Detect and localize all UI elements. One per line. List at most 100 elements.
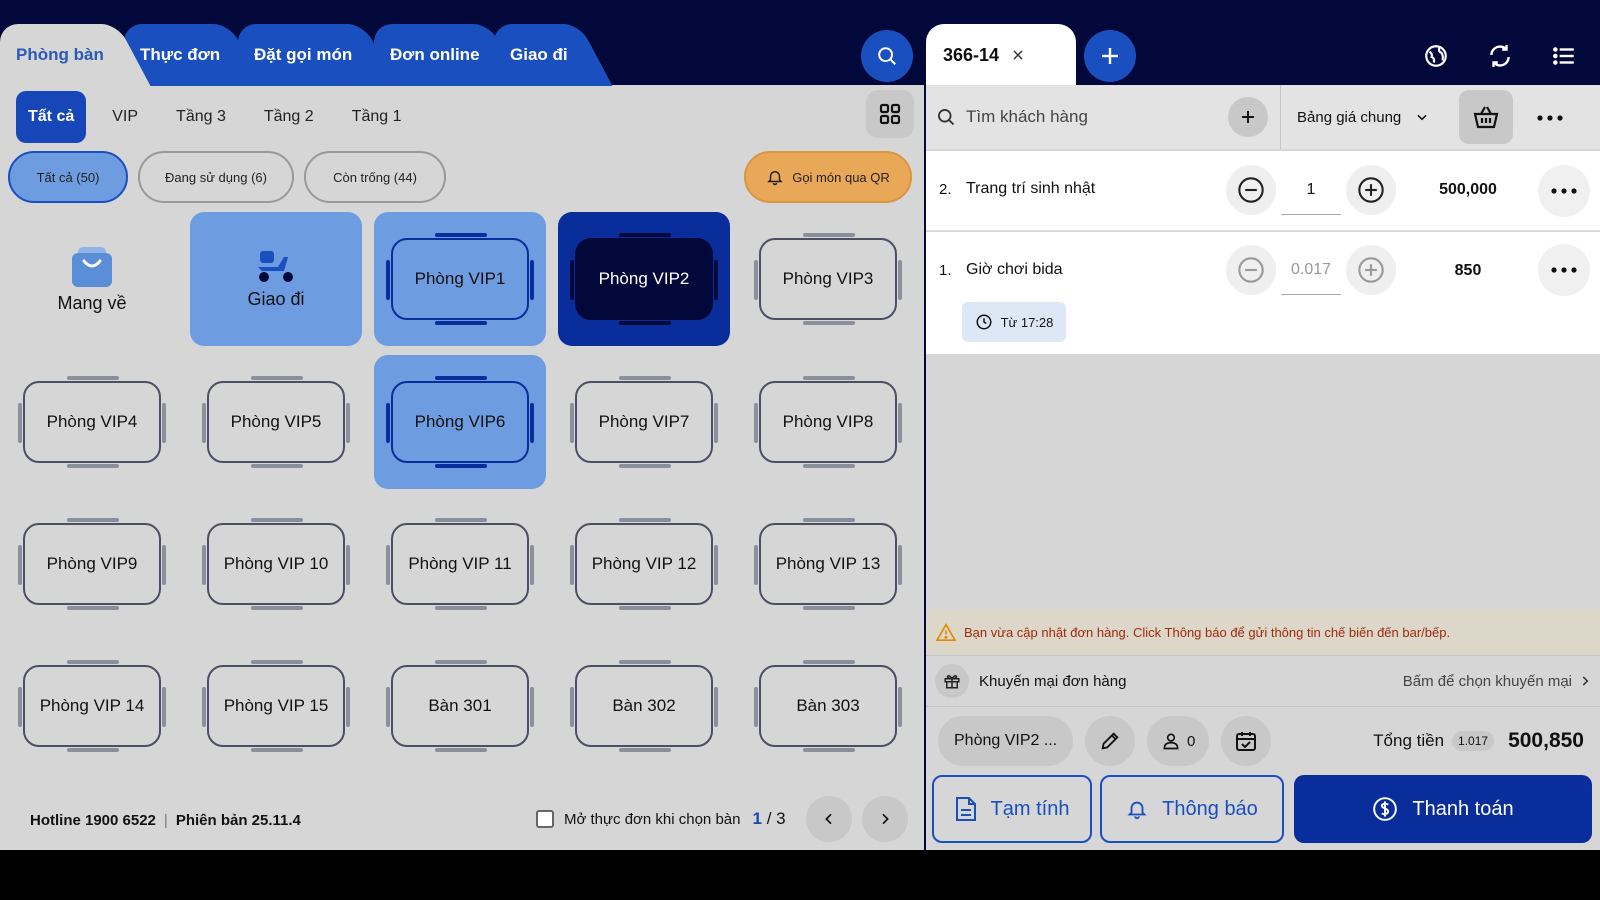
provisional-bill-button[interactable]: Tạm tính [932, 775, 1092, 843]
item-more-button[interactable] [1538, 165, 1590, 217]
delivery-tile[interactable]: Giao đi [190, 212, 362, 346]
footer-info: Hotline 1900 6522 | Phiên bản 25.11.4 [30, 812, 301, 829]
basket-icon [1473, 106, 1499, 129]
table-tile[interactable]: Bàn 303 [742, 639, 914, 773]
table-tile[interactable]: Phòng VIP 15 [190, 639, 362, 773]
table-tile[interactable]: Phòng VIP6 [374, 355, 546, 489]
more-options-button[interactable] [1537, 108, 1563, 126]
globe-button[interactable] [1416, 36, 1456, 76]
shopping-bag-icon [72, 246, 112, 287]
scooter-icon [258, 250, 293, 282]
open-menu-checkbox[interactable] [536, 810, 554, 828]
more-icon [1551, 267, 1577, 273]
filter-all[interactable]: Tất cả (50) [8, 151, 128, 203]
increase-qty-button[interactable] [1346, 245, 1396, 295]
guest-count-button[interactable]: 0 [1147, 716, 1210, 766]
floor-all[interactable]: Tất cả [16, 91, 87, 143]
next-page-button[interactable] [861, 796, 908, 842]
plus-circle-icon [1358, 257, 1384, 283]
hotline: Hotline 1900 6522 [30, 812, 156, 829]
grid-view-button[interactable] [866, 90, 914, 138]
customer-search-input[interactable]: Tìm khách hàng [966, 107, 1228, 127]
more-icon [1551, 188, 1577, 194]
increase-qty-button[interactable] [1346, 165, 1396, 215]
refresh-button[interactable] [1480, 36, 1520, 76]
table-panel: Đơn online Giao đi Đặt gọi món Thực đơn … [0, 0, 924, 850]
order-item[interactable]: 1. Giờ chơi bida 0.017 850 Từ 17:28 [926, 232, 1600, 354]
floor-3[interactable]: Tầng 3 [164, 91, 238, 143]
table-area: Tất cả VIP Tầng 3 Tầng 2 Tầng 1 Tất cả (… [0, 85, 924, 850]
table-tile[interactable]: Phòng VIP9 [6, 497, 178, 631]
table-name: Phòng VIP9 [46, 554, 138, 573]
floor-vip[interactable]: VIP [100, 91, 150, 143]
table-name: Phòng VIP1 [414, 269, 506, 288]
price-list-select[interactable]: Bảng giá chung [1281, 109, 1451, 126]
app-root: Đơn online Giao đi Đặt gọi món Thực đơn … [0, 0, 1600, 850]
chevron-right-icon [1582, 676, 1589, 686]
prev-page-button[interactable] [805, 796, 852, 842]
item-more-button[interactable] [1538, 244, 1590, 296]
table-tile[interactable]: Bàn 301 [374, 639, 546, 773]
table-tile[interactable]: Phòng VIP5 [190, 355, 362, 489]
qty-input[interactable]: 0.017 [1281, 245, 1341, 295]
order-item[interactable]: 2. Trang trí sinh nhật 1 500,000 [926, 151, 1600, 231]
order-panel: 366-14 Tìm khách hàng Bảng giá chung 2. … [926, 0, 1600, 850]
table-tile[interactable]: Phòng VIP4 [6, 355, 178, 489]
room-selector[interactable]: Phòng VIP2 ... [938, 716, 1074, 766]
dollar-circle-icon [1373, 797, 1398, 821]
person-icon [1163, 733, 1179, 750]
order-tab-label: 366-14 [943, 44, 1000, 65]
notify-kitchen-button[interactable]: Thông báo [1100, 775, 1284, 843]
table-tile[interactable]: Bàn 302 [558, 639, 730, 773]
plus-icon [1102, 48, 1118, 64]
start-time-chip[interactable]: Từ 17:28 [962, 302, 1066, 342]
plus-circle-icon [1358, 177, 1384, 203]
add-customer-button[interactable] [1228, 97, 1268, 137]
table-name: Phòng VIP3 [782, 269, 874, 288]
decrease-qty-button[interactable] [1226, 165, 1276, 215]
qr-order-button[interactable]: Gọi món qua QR [744, 151, 912, 203]
filter-in-use[interactable]: Đang sử dụng (6) [138, 151, 294, 203]
minus-circle-icon [1238, 257, 1264, 283]
clock-icon [976, 314, 992, 330]
order-promotion-row[interactable]: Khuyến mại đơn hàng Bấm để chọn khuyến m… [926, 655, 1600, 707]
table-name: Phòng VIP 11 [408, 554, 512, 573]
table-tile[interactable]: Phòng VIP1 [374, 212, 546, 346]
qty-input[interactable]: 1 [1281, 165, 1341, 215]
add-order-button[interactable] [1084, 30, 1136, 82]
table-name: Phòng VIP 14 [39, 696, 145, 715]
order-tab[interactable]: 366-14 [926, 24, 1117, 86]
search-button[interactable] [861, 30, 913, 82]
schedule-button[interactable] [1221, 716, 1272, 766]
filter-available[interactable]: Còn trống (44) [304, 151, 446, 203]
close-icon[interactable] [1011, 48, 1025, 62]
chevron-right-icon [882, 813, 889, 825]
table-tile[interactable]: Phòng VIP 13 [742, 497, 914, 631]
more-icon [1537, 115, 1563, 121]
table-name: Phòng VIP4 [46, 412, 138, 431]
table-tile[interactable]: Phòng VIP 12 [558, 497, 730, 631]
table-name: Phòng VIP6 [414, 412, 506, 431]
table-tile[interactable]: Phòng VIP7 [558, 355, 730, 489]
decrease-qty-button[interactable] [1226, 245, 1276, 295]
floor-2[interactable]: Tầng 2 [252, 91, 326, 143]
status-filters: Tất cả (50) Đang sử dụng (6) Còn trống (… [8, 151, 456, 203]
table-tile[interactable]: Phòng VIP 11 [374, 497, 546, 631]
table-tile[interactable]: Phòng VIP3 [742, 212, 914, 346]
choose-promotion-link[interactable]: Bấm để chọn khuyến mại [1403, 673, 1572, 690]
tab-tables[interactable]: Phòng bàn [0, 24, 151, 86]
table-tile[interactable]: Phòng VIP8 [742, 355, 914, 489]
table-name: Phòng VIP2 [598, 269, 690, 288]
search-icon [938, 109, 955, 126]
takeaway-tile[interactable]: Mang về [6, 212, 178, 346]
floor-1[interactable]: Tầng 1 [340, 91, 414, 143]
table-tile[interactable]: Phòng VIP 10 [190, 497, 362, 631]
menu-list-button[interactable] [1544, 36, 1584, 76]
table-tile[interactable]: Phòng VIP 14 [6, 639, 178, 773]
edit-note-button[interactable] [1085, 716, 1136, 766]
table-tile-selected[interactable]: Phòng VIP2 [558, 212, 730, 346]
pay-button[interactable]: Thanh toán [1294, 775, 1592, 843]
tab-delivery[interactable]: Giao đi [494, 24, 613, 86]
floor-tabs: Tất cả VIP Tầng 3 Tầng 2 Tầng 1 [16, 91, 427, 143]
basket-button[interactable] [1459, 90, 1513, 144]
